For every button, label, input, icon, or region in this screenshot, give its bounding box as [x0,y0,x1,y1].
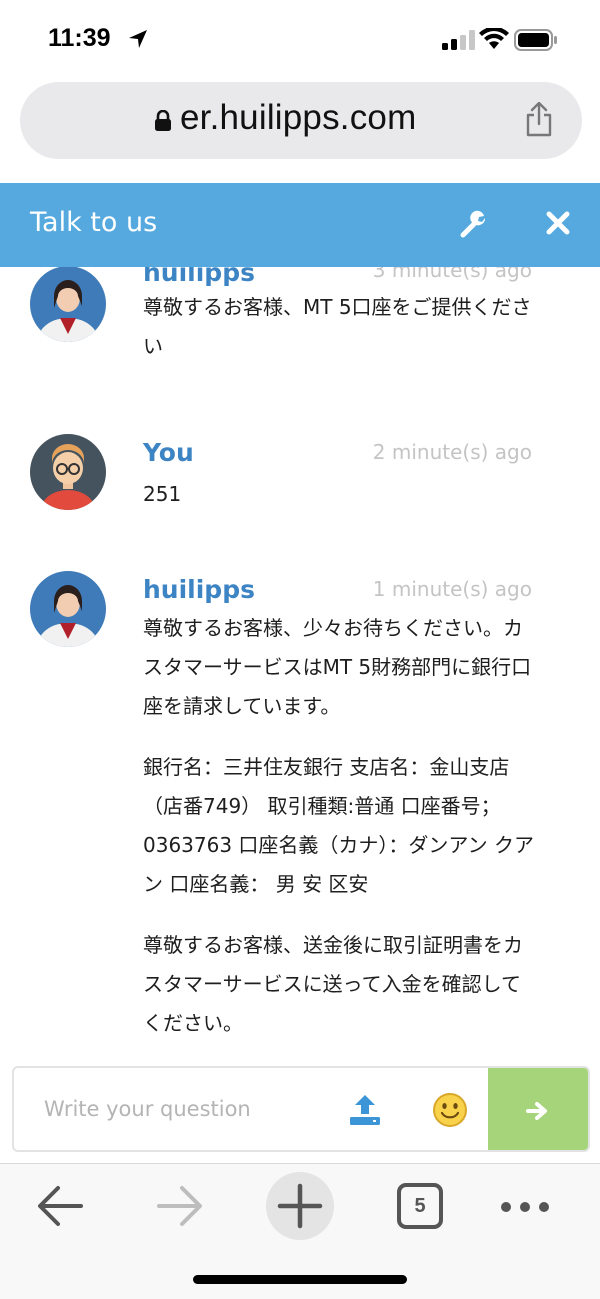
agent-avatar [30,267,106,342]
close-icon[interactable] [545,210,571,236]
send-arrow-icon [526,1102,547,1120]
upload-icon[interactable] [348,1092,382,1126]
back-arrow-icon[interactable] [36,1184,84,1228]
new-tab-button[interactable] [266,1172,334,1240]
tabs-icon[interactable]: 5 [397,1183,443,1229]
question-input[interactable] [44,1090,324,1128]
page: 11:39 er.huilipps.com Talk to us huilipp… [0,0,600,1299]
battery-icon [514,29,557,51]
message-author: huilipps [143,267,255,287]
share-icon[interactable] [524,102,554,138]
message-author: You [143,438,194,467]
signal-icon [442,30,475,50]
browser-toolbar: 5 [0,1163,600,1299]
url-text[interactable]: er.huilipps.com [180,98,416,138]
message-text: 尊敬するお客様、送金後に取引証明書をカスタマーサービスに送って入金を確認してくだ… [143,933,523,1035]
wrench-icon[interactable] [460,210,488,238]
status-time: 11:39 [48,24,111,52]
plus-icon [277,1183,323,1229]
wifi-icon [479,28,509,49]
message-text: 尊敬するお客様、MT 5口座をご提供ください [143,295,532,358]
message-text: 251 [143,482,182,506]
message-author: huilipps [143,575,255,604]
message-time: 1 minute(s) ago [372,577,532,601]
url-bar[interactable]: er.huilipps.com [20,82,582,159]
more-icon[interactable] [500,1201,550,1213]
message-time: 3 minute(s) ago [372,267,532,282]
home-indicator [193,1275,407,1284]
emoji-icon[interactable] [432,1092,468,1128]
chat-header: Talk to us [0,183,600,267]
chat-title: Talk to us [30,207,158,238]
message-time: 2 minute(s) ago [372,440,532,464]
message-text: 尊敬するお客様、少々お待ちください。カスタマーサービスはMT 5財務部門に銀行口… [143,616,532,718]
message-body: 尊敬するお客様、MT 5口座をご提供ください [143,288,538,388]
agent-avatar [30,571,106,647]
message-body: 251 [143,475,538,536]
message-list[interactable]: huilipps 3 minute(s) ago 尊敬するお客様、MT 5口座を… [0,267,600,1065]
lock-icon [155,110,171,131]
status-bar: 11:39 [0,0,600,80]
location-arrow-icon [129,30,147,48]
message-composer [12,1066,590,1152]
forward-arrow-icon[interactable] [156,1184,204,1228]
send-button[interactable] [488,1068,588,1150]
user-avatar [30,434,106,510]
message-body: 尊敬するお客様、少々お待ちください。カスタマーサービスはMT 5財務部門に銀行口… [143,609,538,1065]
message-text: 銀行名：三井住友銀行 支店名：金山支店（店番749） 取引種類:普通 口座番号；… [143,755,534,896]
